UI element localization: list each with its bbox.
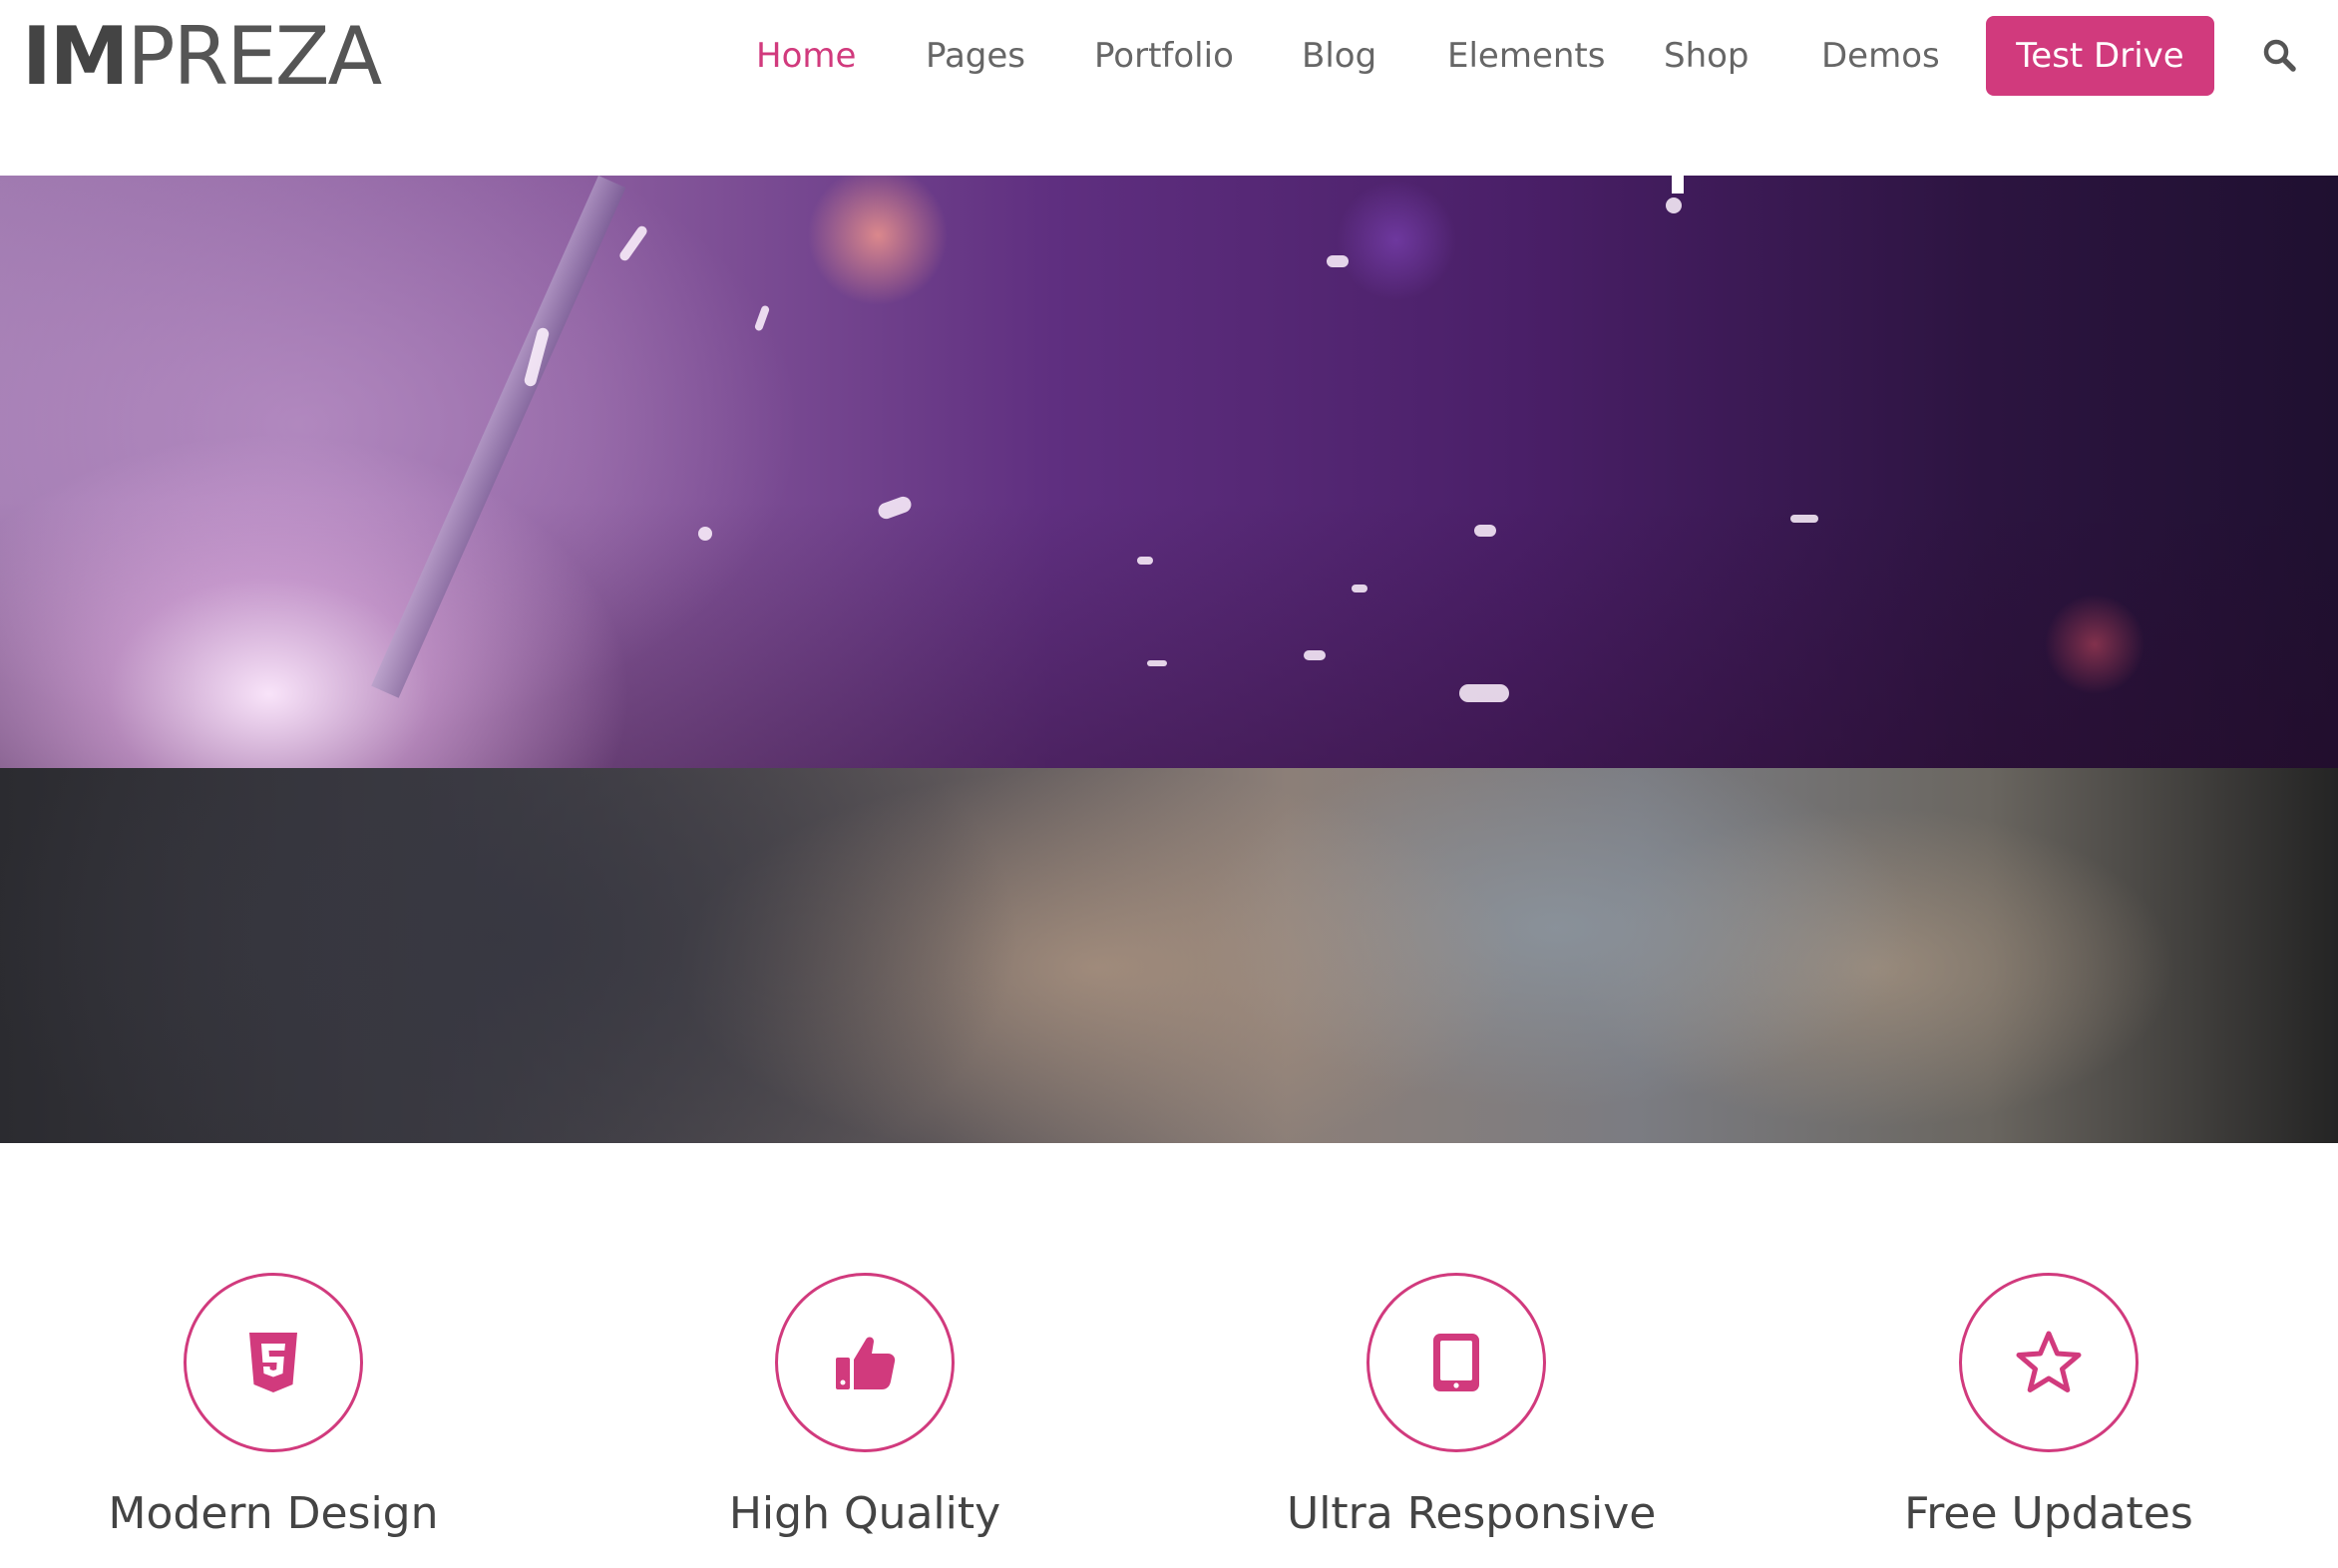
nav-item-blog[interactable]: Blog — [1302, 30, 1376, 82]
spark — [1352, 585, 1367, 592]
spark — [1327, 255, 1349, 267]
spark — [1304, 650, 1326, 660]
feature-title: Modern Design — [108, 1488, 439, 1539]
feature-icon-circle — [184, 1273, 363, 1452]
nav-item-demos[interactable]: Demos — [1821, 30, 1940, 82]
site-header: IMPREZA Home Pages Portfolio Blog Elemen… — [0, 0, 2338, 176]
html5-icon — [249, 1333, 297, 1392]
spark — [1137, 557, 1153, 565]
spark — [1474, 525, 1496, 537]
tablet-icon — [1433, 1334, 1479, 1391]
hero-image-sparks — [0, 176, 2338, 768]
spark — [753, 304, 771, 332]
feature-title: Free Updates — [1904, 1488, 2193, 1539]
nav-item-elements[interactable]: Elements — [1447, 30, 1605, 82]
spark — [617, 223, 649, 263]
feature-icon-circle — [1366, 1273, 1546, 1452]
star-icon — [2016, 1331, 2082, 1392]
spark — [1459, 684, 1509, 702]
spark — [876, 494, 914, 522]
test-drive-button[interactable]: Test Drive — [1986, 16, 2214, 96]
nav-item-pages[interactable]: Pages — [926, 30, 1025, 82]
thumbs-up-icon — [836, 1337, 896, 1389]
spark — [1666, 197, 1682, 213]
spark — [1790, 515, 1818, 523]
nav-item-home[interactable]: Home — [756, 30, 856, 82]
spark — [698, 527, 712, 541]
hero-image-laptop — [0, 768, 2338, 1143]
feature-title: Ultra Responsive — [1287, 1488, 1657, 1539]
feature-title: High Quality — [728, 1488, 1001, 1539]
feature-icon-circle — [1959, 1273, 2139, 1452]
search-icon — [2263, 39, 2296, 72]
hero-marker — [1672, 176, 1684, 194]
nav-item-shop[interactable]: Shop — [1664, 30, 1750, 82]
spark — [1147, 660, 1167, 666]
nav-item-portfolio[interactable]: Portfolio — [1094, 30, 1234, 82]
hero-rod-shape — [371, 176, 626, 698]
feature-icon-circle — [775, 1273, 955, 1452]
search-button[interactable] — [2260, 36, 2300, 76]
